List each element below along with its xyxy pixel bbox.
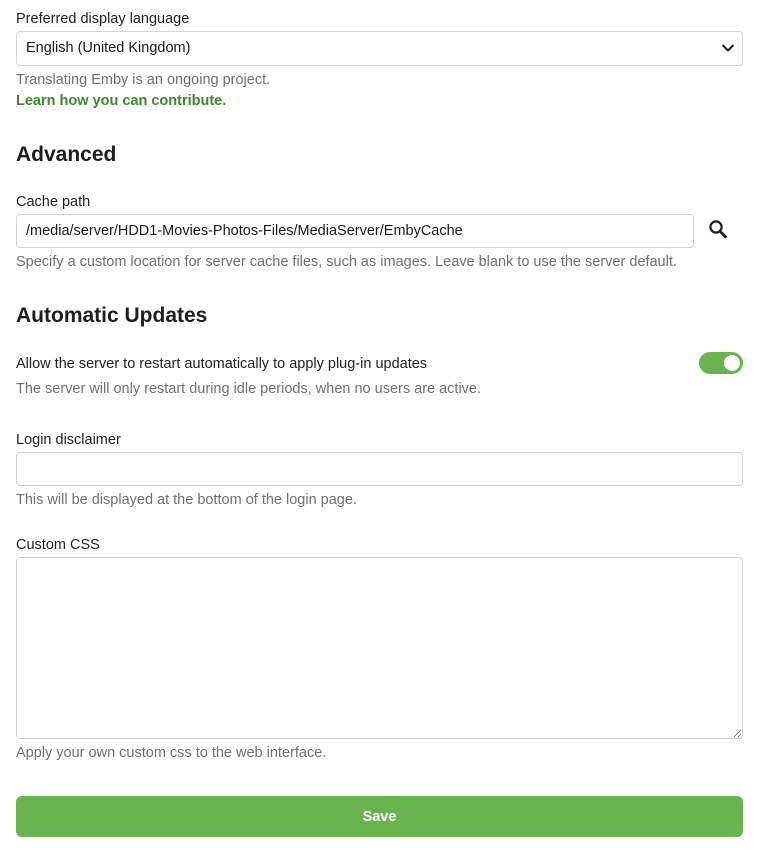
settings-page: Preferred display language English (Unit… bbox=[0, 0, 758, 865]
contribute-link[interactable]: Learn how you can contribute. bbox=[16, 92, 226, 110]
auto-restart-label: Allow the server to restart automaticall… bbox=[16, 356, 428, 372]
auto-restart-help: The server will only restart during idle… bbox=[16, 381, 482, 397]
cache-path-input[interactable] bbox=[16, 214, 694, 248]
display-language-value: English (United Kingdom) bbox=[26, 40, 191, 56]
chevron-down-icon bbox=[722, 44, 734, 52]
browse-cache-path-button[interactable] bbox=[703, 215, 733, 245]
save-button[interactable]: Save bbox=[16, 796, 743, 837]
custom-css-label: Custom CSS bbox=[16, 537, 100, 553]
advanced-heading: Advanced bbox=[16, 143, 117, 166]
search-icon bbox=[709, 220, 727, 239]
cache-path-help: Specify a custom location for server cac… bbox=[16, 254, 677, 270]
login-disclaimer-label: Login disclaimer bbox=[16, 432, 121, 448]
cache-path-label: Cache path bbox=[16, 194, 91, 210]
auto-restart-toggle[interactable] bbox=[699, 352, 743, 374]
toggle-knob bbox=[724, 355, 740, 371]
custom-css-help: Apply your own custom css to the web int… bbox=[16, 745, 327, 761]
login-disclaimer-help: This will be displayed at the bottom of … bbox=[16, 492, 357, 508]
display-language-help: Translating Emby is an ongoing project. bbox=[16, 72, 271, 88]
display-language-label: Preferred display language bbox=[16, 11, 190, 27]
login-disclaimer-input[interactable] bbox=[16, 452, 743, 486]
custom-css-textarea[interactable] bbox=[16, 557, 743, 739]
display-language-select[interactable]: English (United Kingdom) bbox=[16, 31, 743, 66]
automatic-updates-heading: Automatic Updates bbox=[16, 304, 208, 327]
